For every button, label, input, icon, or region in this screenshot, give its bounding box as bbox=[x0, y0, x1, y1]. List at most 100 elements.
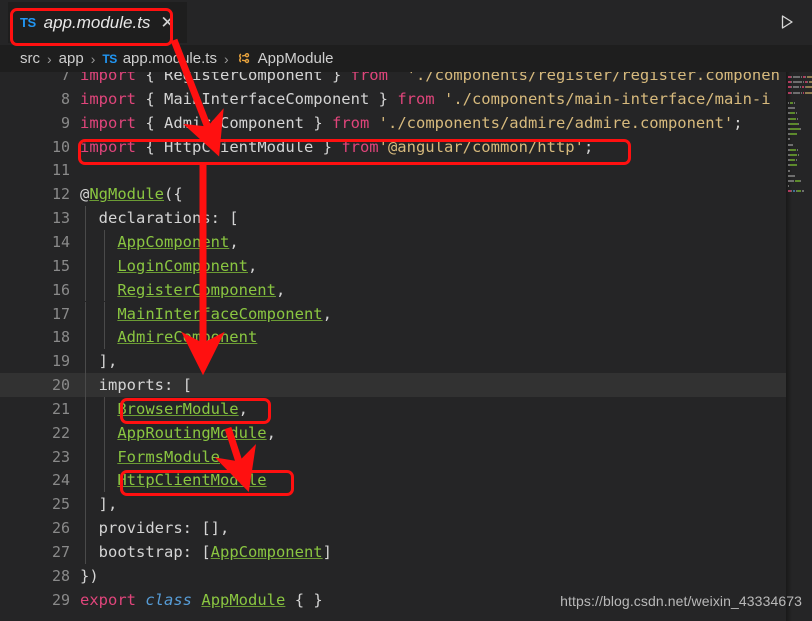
line-number: 26 bbox=[51, 519, 70, 538]
code-line[interactable]: 11 bbox=[0, 158, 786, 182]
indent-guide bbox=[85, 253, 86, 278]
indent-guide bbox=[85, 277, 86, 302]
minimap-line bbox=[807, 76, 812, 78]
minimap-line bbox=[800, 128, 802, 130]
minimap-line bbox=[788, 169, 790, 172]
code-line[interactable]: 7 import { RegisterComponent } from './co… bbox=[0, 72, 786, 87]
minimap-line bbox=[801, 190, 804, 193]
chevron-right-icon: › bbox=[90, 50, 96, 67]
line-content: import { MainInterfaceComponent } from '… bbox=[80, 89, 771, 108]
minimap-line bbox=[793, 86, 800, 89]
minimap-line bbox=[793, 102, 795, 104]
code-line[interactable]: 8 import { MainInterfaceComponent } from … bbox=[0, 87, 786, 111]
indent-guide bbox=[85, 325, 86, 350]
minimap-line bbox=[788, 174, 795, 177]
line-number: 14 bbox=[51, 232, 70, 251]
tab-app-module-ts[interactable]: TS app.module.ts ✕ bbox=[8, 2, 187, 43]
minimap-line bbox=[792, 190, 795, 193]
line-number: 8 bbox=[60, 89, 70, 108]
indent-guide bbox=[85, 444, 86, 469]
minimap-line bbox=[794, 180, 800, 182]
close-icon[interactable]: ✕ bbox=[160, 14, 174, 31]
minimap-line bbox=[796, 117, 798, 120]
line-number: 7 bbox=[60, 72, 70, 84]
minimap-line bbox=[795, 159, 797, 162]
minimap-line bbox=[788, 180, 794, 182]
indent-guide bbox=[85, 468, 86, 493]
breadcrumb-item-file[interactable]: app.module.ts bbox=[123, 50, 217, 67]
indent-guide bbox=[104, 396, 105, 421]
line-number: 18 bbox=[51, 328, 70, 347]
indent-guide bbox=[85, 492, 86, 517]
minimap-line bbox=[804, 91, 812, 94]
minimap-line bbox=[800, 180, 802, 182]
code-line[interactable]: 10 import { HttpClientModule } from'@angu… bbox=[0, 135, 786, 159]
line-content: bootstrap: [AppComponent] bbox=[80, 543, 332, 561]
code-line[interactable]: 18 AdmireComponent bbox=[0, 325, 786, 349]
minimap-line bbox=[790, 133, 797, 136]
code-line[interactable]: 14 AppComponent, bbox=[0, 230, 786, 254]
minimap-line bbox=[788, 138, 790, 141]
code-line[interactable]: 13 declarations: [ bbox=[0, 206, 786, 230]
play-triangle-icon[interactable] bbox=[776, 11, 798, 33]
code-lines[interactable]: 7 import { RegisterComponent } from './co… bbox=[0, 72, 786, 621]
minimap-line bbox=[790, 128, 800, 130]
minimap-line bbox=[797, 154, 799, 156]
code-line[interactable]: 17 MainInterfaceComponent, bbox=[0, 302, 786, 326]
code-line[interactable]: 20 imports: [ bbox=[0, 373, 786, 398]
line-number: 16 bbox=[51, 280, 70, 299]
code-line[interactable]: 16 RegisterComponent, bbox=[0, 278, 786, 302]
minimap-line bbox=[788, 76, 791, 78]
minimap-line bbox=[790, 117, 797, 120]
minimap-line bbox=[788, 91, 791, 94]
minimap-line bbox=[790, 148, 796, 151]
code-line[interactable]: 26 providers: [], bbox=[0, 516, 786, 540]
minimap-line bbox=[793, 91, 800, 94]
indent-guide bbox=[85, 349, 86, 374]
code-line[interactable]: 15 LoginComponent, bbox=[0, 254, 786, 278]
indent-guide bbox=[104, 325, 105, 350]
indent-guide bbox=[85, 206, 86, 230]
line-number: 15 bbox=[51, 256, 70, 275]
code-line[interactable]: 12 @NgModule({ bbox=[0, 182, 786, 206]
code-line[interactable]: 27 bootstrap: [AppComponent] bbox=[0, 540, 786, 564]
breadcrumb-item-symbol[interactable]: AppModule bbox=[258, 50, 334, 67]
class-symbol-icon bbox=[236, 51, 252, 67]
code-line[interactable]: 9 import { AdmireComponent } from './comp… bbox=[0, 111, 786, 135]
code-line[interactable]: 23 FormsModule, bbox=[0, 445, 786, 469]
minimap-line bbox=[789, 102, 794, 104]
line-number: 12 bbox=[51, 185, 70, 204]
line-content: imports: [ bbox=[80, 376, 192, 395]
indent-guide bbox=[85, 301, 86, 326]
line-content: AdmireComponent bbox=[117, 328, 258, 347]
typescript-file-icon: TS bbox=[20, 15, 36, 30]
line-content: HttpClientModule bbox=[117, 471, 267, 490]
minimap-line bbox=[797, 190, 802, 193]
minimap-line bbox=[790, 112, 796, 115]
line-number: 20 bbox=[51, 376, 70, 395]
breadcrumb-item-src[interactable]: src bbox=[20, 50, 40, 67]
breadcrumb-item-app[interactable]: app bbox=[59, 50, 84, 67]
code-line[interactable]: 25 ], bbox=[0, 492, 786, 516]
code-editor[interactable]: 7 import { RegisterComponent } from './co… bbox=[0, 72, 812, 621]
code-line[interactable]: 28}) bbox=[0, 564, 786, 588]
code-line[interactable]: 22 AppRoutingModule, bbox=[0, 421, 786, 445]
minimap-line bbox=[788, 190, 791, 193]
line-content: FormsModule, bbox=[117, 447, 230, 466]
indent-guide bbox=[85, 229, 86, 254]
typescript-file-icon: TS bbox=[102, 51, 117, 66]
code-line[interactable]: 24 HttpClientModule bbox=[0, 468, 786, 492]
watermark-url: https://blog.csdn.net/weixin_43334673 bbox=[560, 593, 802, 609]
minimap-line bbox=[798, 122, 800, 125]
indent-guide bbox=[104, 444, 105, 469]
indent-guide bbox=[85, 396, 86, 421]
code-line[interactable]: 21 BrowserModule, bbox=[0, 397, 786, 421]
chevron-right-icon: › bbox=[47, 50, 52, 67]
line-number: 28 bbox=[51, 566, 70, 585]
code-line[interactable]: 19 ], bbox=[0, 349, 786, 373]
minimap-line bbox=[788, 143, 794, 146]
line-number: 24 bbox=[51, 471, 70, 490]
minimap[interactable] bbox=[786, 72, 812, 621]
indent-guide bbox=[85, 420, 86, 445]
line-number: 11 bbox=[51, 161, 70, 180]
